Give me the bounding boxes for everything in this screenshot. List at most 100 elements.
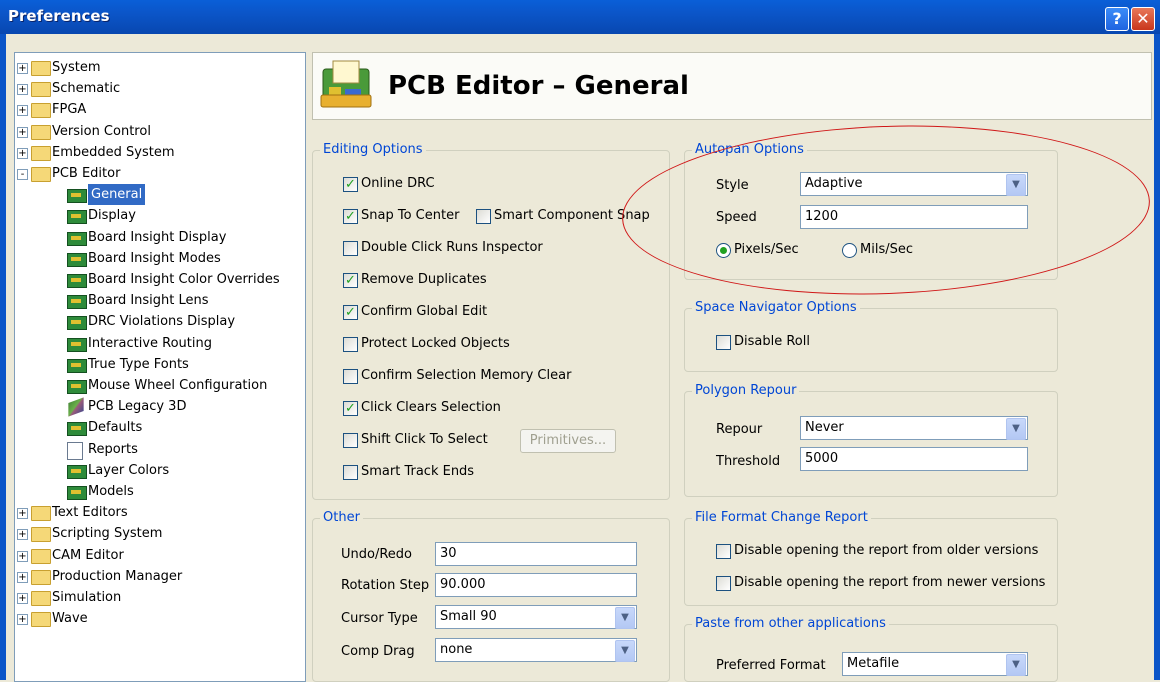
undo-redo-input[interactable]: 30: [435, 542, 637, 566]
tree-item[interactable]: Board Insight Display: [15, 227, 303, 248]
threshold-label: Threshold: [716, 454, 781, 469]
checkbox-label: Click Clears Selection: [361, 400, 501, 415]
tree-item[interactable]: Board Insight Color Overrides: [15, 269, 303, 290]
checkbox-label: Confirm Selection Memory Clear: [361, 368, 572, 383]
chevron-down-icon[interactable]: ▼: [615, 607, 635, 629]
pcb-page-icon: [67, 358, 87, 373]
tree-item[interactable]: Reports: [15, 439, 303, 460]
primitives-button[interactable]: Primitives...: [520, 429, 616, 453]
help-icon: ?: [1112, 9, 1122, 28]
autopan-style-select[interactable]: Adaptive ▼: [800, 172, 1028, 196]
tree-item[interactable]: Board Insight Modes: [15, 248, 303, 269]
tree-item[interactable]: + Schematic: [15, 78, 303, 99]
tree-item[interactable]: General: [15, 184, 303, 206]
tree-item-label: Layer Colors: [88, 462, 170, 478]
expand-icon[interactable]: +: [17, 593, 28, 604]
tree-item[interactable]: + Scripting System: [15, 523, 303, 544]
tree-item[interactable]: + Embedded System: [15, 142, 303, 163]
autopan-options-title: Autopan Options: [692, 142, 807, 157]
tree-item[interactable]: + Production Manager: [15, 566, 303, 587]
tree-item[interactable]: + Version Control: [15, 121, 303, 142]
radio-label: Mils/Sec: [860, 242, 913, 257]
tree-item-label: True Type Fonts: [88, 356, 189, 372]
tree-item[interactable]: Layer Colors: [15, 460, 303, 481]
folder-icon: [31, 569, 51, 585]
close-button[interactable]: ✕: [1131, 7, 1155, 31]
chevron-down-icon[interactable]: ▼: [615, 640, 635, 662]
checkbox-box[interactable]: [343, 465, 358, 480]
tree-item-label: PCB Editor: [52, 166, 121, 181]
expand-icon[interactable]: +: [17, 105, 28, 117]
tree-item[interactable]: Models: [15, 481, 303, 502]
radio-label: Pixels/Sec: [734, 242, 799, 257]
window-title: Preferences: [8, 7, 110, 25]
pcb-page-icon: [67, 422, 87, 437]
tree-item[interactable]: PCB Legacy 3D: [15, 396, 303, 417]
expand-icon[interactable]: +: [17, 508, 28, 520]
checkbox-box[interactable]: [716, 544, 731, 559]
tree-item-label: Simulation: [52, 590, 122, 605]
radio-dot[interactable]: [716, 243, 731, 258]
tree-item[interactable]: + Simulation: [15, 587, 303, 608]
tree-item[interactable]: + CAM Editor: [15, 545, 303, 566]
checkbox-box[interactable]: [716, 335, 731, 350]
window-border: [1154, 34, 1160, 680]
cursor-type-select[interactable]: Small 90 ▼: [435, 605, 637, 629]
tree-item[interactable]: Interactive Routing: [15, 333, 303, 354]
expand-icon[interactable]: +: [17, 126, 28, 138]
radio-dot[interactable]: [842, 243, 857, 258]
checkbox-box[interactable]: [343, 303, 358, 323]
pcb-page-icon: [67, 380, 87, 394]
chevron-down-icon[interactable]: ▼: [1006, 654, 1026, 676]
preferred-format-select[interactable]: Metafile ▼: [842, 652, 1028, 676]
tree-item[interactable]: + System: [15, 57, 303, 78]
tree-item[interactable]: Mouse Wheel Configuration: [15, 375, 303, 396]
folder-icon: [31, 548, 51, 564]
comp-drag-select[interactable]: none ▼: [435, 638, 637, 662]
cursor-type-value: Small 90: [440, 609, 497, 624]
autopan-speed-input[interactable]: 1200: [800, 205, 1028, 229]
comp-drag-label: Comp Drag: [341, 644, 415, 659]
expand-icon[interactable]: +: [17, 529, 28, 541]
expand-icon[interactable]: +: [17, 550, 28, 562]
tree-item[interactable]: DRC Violations Display: [15, 311, 303, 332]
expand-icon[interactable]: +: [17, 614, 28, 626]
repour-value: Never: [805, 420, 844, 435]
expand-icon[interactable]: +: [17, 63, 28, 74]
preferences-tree[interactable]: + System + Schematic + FPGA + Version Control + E…: [14, 52, 306, 682]
checkbox-box[interactable]: [476, 209, 491, 224]
tree-item[interactable]: True Type Fonts: [15, 354, 303, 375]
tree-item[interactable]: + Wave: [15, 608, 303, 629]
tree-item[interactable]: - PCB Editor: [15, 163, 303, 184]
checkbox-box[interactable]: [343, 369, 358, 384]
checkbox-box[interactable]: [343, 207, 358, 227]
expand-icon[interactable]: +: [17, 147, 28, 159]
tree-item[interactable]: Display: [15, 205, 303, 226]
checkbox-box[interactable]: [343, 175, 358, 195]
expand-icon[interactable]: +: [17, 84, 28, 96]
repour-label: Repour: [716, 422, 763, 437]
tree-item[interactable]: + Text Editors: [15, 502, 303, 523]
chevron-down-icon[interactable]: ▼: [1006, 174, 1026, 196]
threshold-input[interactable]: 5000: [800, 447, 1028, 471]
pcb-page-icon: [67, 189, 87, 204]
collapse-icon[interactable]: -: [17, 169, 28, 180]
tree-item-label: System: [52, 60, 101, 75]
tree-item[interactable]: + FPGA: [15, 99, 303, 120]
tree-item-label: CAM Editor: [52, 547, 124, 563]
chevron-down-icon[interactable]: ▼: [1006, 418, 1026, 440]
checkbox-box[interactable]: [343, 399, 358, 419]
checkbox-box[interactable]: [343, 241, 358, 256]
preferred-format-label: Preferred Format: [716, 658, 826, 673]
space-navigator-title: Space Navigator Options: [692, 300, 860, 315]
repour-select[interactable]: Never ▼: [800, 416, 1028, 440]
expand-icon[interactable]: +: [17, 571, 28, 583]
rotation-step-input[interactable]: 90.000: [435, 573, 637, 597]
checkbox-box[interactable]: [343, 337, 358, 352]
tree-item[interactable]: Defaults: [15, 417, 303, 438]
checkbox-box[interactable]: [716, 576, 731, 591]
checkbox-box[interactable]: [343, 271, 358, 291]
checkbox-box[interactable]: [343, 433, 358, 448]
help-button[interactable]: ?: [1105, 7, 1129, 31]
tree-item[interactable]: Board Insight Lens: [15, 290, 303, 311]
